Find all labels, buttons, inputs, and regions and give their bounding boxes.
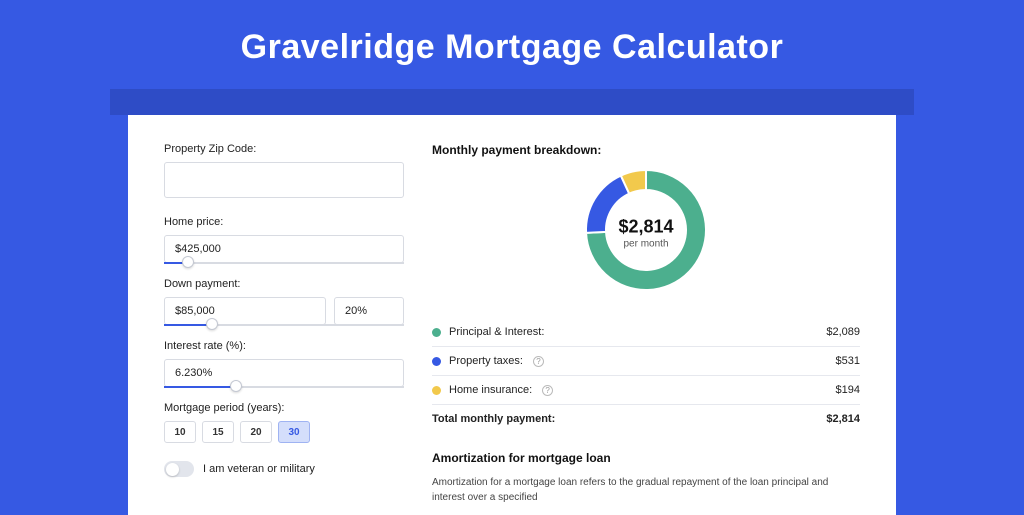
breakdown-title: Monthly payment breakdown: bbox=[432, 143, 860, 157]
amortization-title: Amortization for mortgage loan bbox=[432, 451, 860, 465]
legend-total-label: Total monthly payment: bbox=[432, 413, 555, 425]
help-icon[interactable]: ? bbox=[533, 356, 544, 367]
calculator-card: Property Zip Code: Home price: Down paym… bbox=[128, 115, 896, 515]
interest-slider[interactable] bbox=[164, 386, 404, 388]
legend-row: Property taxes:? $531 bbox=[432, 347, 860, 375]
legend-dot bbox=[432, 357, 441, 366]
legend: Principal & Interest: $2,089 Property taxe… bbox=[432, 318, 860, 433]
donut-chart: $2,814 per month bbox=[583, 167, 709, 298]
help-icon[interactable]: ? bbox=[542, 385, 553, 396]
interest-field-group: Interest rate (%): bbox=[164, 340, 404, 388]
period-options: 10 15 20 30 bbox=[164, 421, 404, 443]
interest-input[interactable] bbox=[164, 359, 404, 387]
period-option-20[interactable]: 20 bbox=[240, 421, 272, 443]
legend-amount: $194 bbox=[836, 384, 860, 396]
zip-label: Property Zip Code: bbox=[164, 143, 404, 155]
legend-amount: $2,089 bbox=[826, 326, 860, 338]
period-field-group: Mortgage period (years): 10 15 20 30 bbox=[164, 402, 404, 443]
donut-center: $2,814 per month bbox=[618, 216, 673, 249]
amortization-body: Amortization for a mortgage loan refers … bbox=[432, 475, 860, 505]
legend-total-row: Total monthly payment: $2,814 bbox=[432, 405, 860, 433]
period-option-10[interactable]: 10 bbox=[164, 421, 196, 443]
zip-input[interactable] bbox=[164, 162, 404, 198]
legend-amount: $531 bbox=[836, 355, 860, 367]
interest-label: Interest rate (%): bbox=[164, 340, 404, 352]
legend-row: Principal & Interest: $2,089 bbox=[432, 318, 860, 346]
period-option-30[interactable]: 30 bbox=[278, 421, 310, 443]
zip-field-group: Property Zip Code: bbox=[164, 143, 404, 198]
page-title: Gravelridge Mortgage Calculator bbox=[0, 0, 1024, 89]
header-band bbox=[110, 89, 914, 115]
down-payment-label: Down payment: bbox=[164, 278, 404, 290]
home-price-label: Home price: bbox=[164, 216, 404, 228]
breakdown-column: Monthly payment breakdown: $2,814 per mo… bbox=[432, 143, 860, 515]
interest-slider-thumb[interactable] bbox=[230, 380, 242, 392]
legend-label: Property taxes: bbox=[449, 355, 523, 367]
legend-label: Principal & Interest: bbox=[449, 326, 544, 338]
period-option-15[interactable]: 15 bbox=[202, 421, 234, 443]
home-price-field-group: Home price: bbox=[164, 216, 404, 264]
home-price-input[interactable] bbox=[164, 235, 404, 263]
down-payment-pct-input[interactable] bbox=[334, 297, 404, 325]
veteran-toggle-row: I am veteran or military bbox=[164, 461, 404, 477]
down-payment-field-group: Down payment: bbox=[164, 278, 404, 326]
veteran-toggle-label: I am veteran or military bbox=[203, 463, 315, 475]
donut-center-amount: $2,814 bbox=[618, 216, 673, 237]
home-price-slider-thumb[interactable] bbox=[182, 256, 194, 268]
home-price-slider[interactable] bbox=[164, 262, 404, 264]
donut-chart-wrap: $2,814 per month bbox=[432, 167, 860, 298]
legend-dot bbox=[432, 328, 441, 337]
legend-label: Home insurance: bbox=[449, 384, 532, 396]
period-label: Mortgage period (years): bbox=[164, 402, 404, 414]
form-column: Property Zip Code: Home price: Down paym… bbox=[164, 143, 404, 515]
legend-row: Home insurance:? $194 bbox=[432, 376, 860, 404]
down-payment-slider[interactable] bbox=[164, 324, 404, 326]
veteran-toggle[interactable] bbox=[164, 461, 194, 477]
legend-dot bbox=[432, 386, 441, 395]
down-payment-input[interactable] bbox=[164, 297, 326, 325]
down-payment-slider-thumb[interactable] bbox=[206, 318, 218, 330]
legend-total-amount: $2,814 bbox=[826, 413, 860, 425]
donut-center-sub: per month bbox=[618, 238, 673, 249]
